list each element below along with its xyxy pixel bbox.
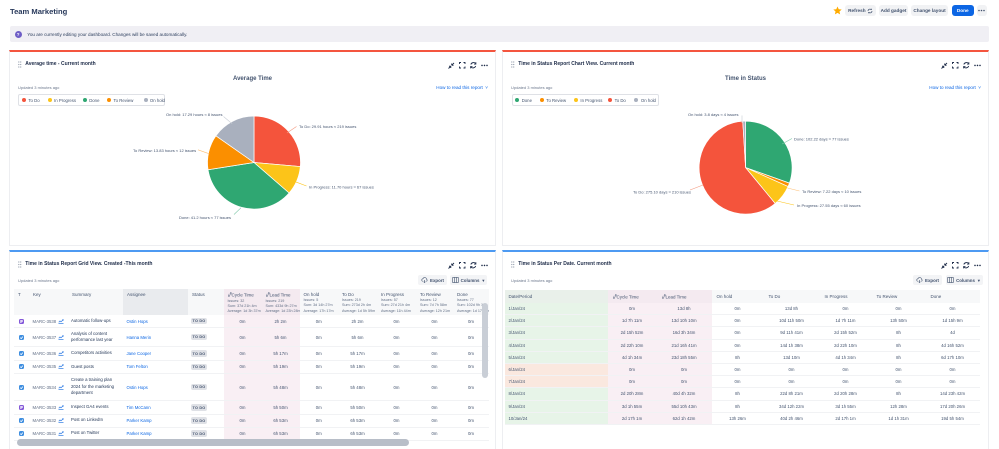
svg-text:To Review: 13.83 hours ≈ 12 is: To Review: 13.83 hours ≈ 12 issues	[133, 148, 196, 153]
svg-text:On hold: 3.8 days ≈ 4 issues: On hold: 3.8 days ≈ 4 issues	[688, 112, 738, 117]
svg-text:To Do: 275.10 days ≈ 210 issue: To Do: 275.10 days ≈ 210 issues	[633, 190, 691, 195]
svg-text:In Progress: 27.55 days ≈ 60 i: In Progress: 27.55 days ≈ 60 issues	[797, 203, 861, 208]
svg-text:On hold: 17.29 hours ≈ 8 issue: On hold: 17.29 hours ≈ 8 issues	[166, 112, 222, 117]
svg-text:In Progress: 11.70 hours ≈ 67: In Progress: 11.70 hours ≈ 67 issues	[309, 185, 374, 190]
svg-text:Done: 102.22 days ≈ 77 issues: Done: 102.22 days ≈ 77 issues	[794, 137, 849, 142]
svg-text:To Review: 7.22 days ≈ 10 issu: To Review: 7.22 days ≈ 10 issues	[802, 189, 861, 194]
svg-text:To Do: 29.91 hours ≈ 219 issue: To Do: 29.91 hours ≈ 219 issues	[299, 124, 356, 129]
svg-text:Done: 41.2 hours ≈ 77 issues: Done: 41.2 hours ≈ 77 issues	[179, 215, 231, 220]
